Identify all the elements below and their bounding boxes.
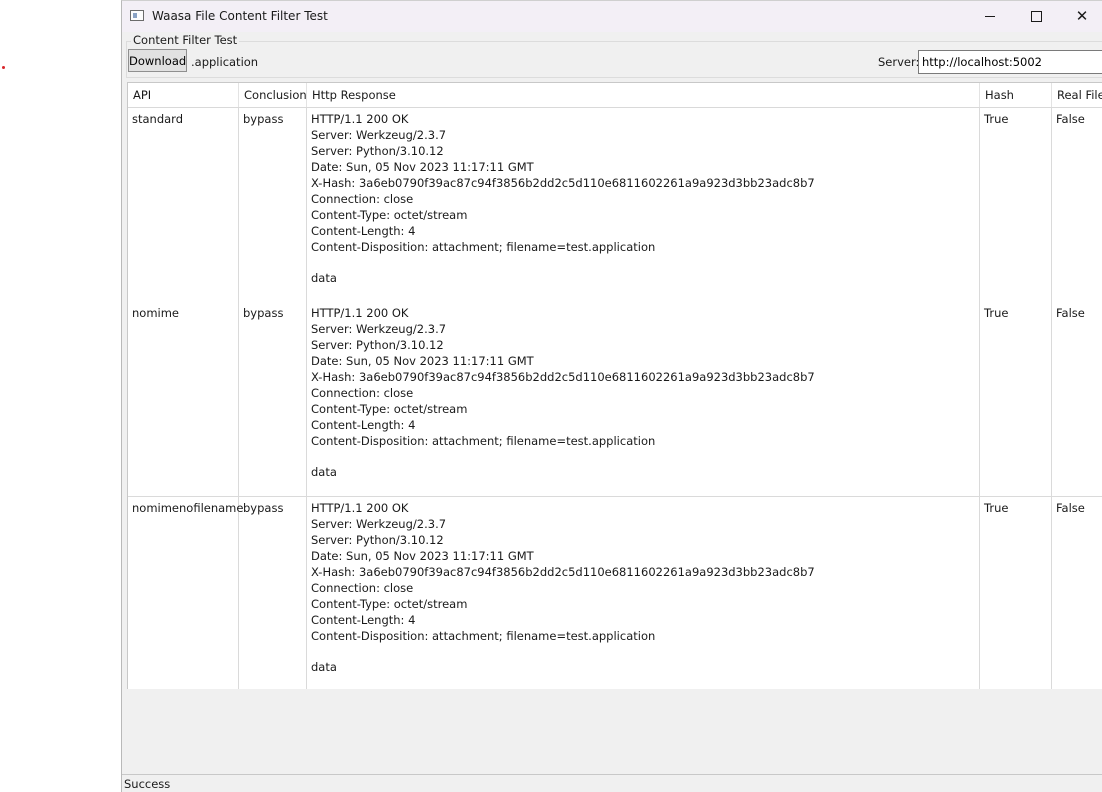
response-line: HTTP/1.1 200 OK — [311, 501, 409, 515]
response-line: Server: Python/3.10.12 — [311, 144, 444, 158]
response-line: Content-Type: octet/stream — [311, 597, 468, 611]
response-line: data — [311, 271, 337, 285]
column-header-conclusion[interactable]: Conclusion — [239, 83, 307, 107]
response-line: X-Hash: 3a6eb0790f39ac87c94f3856b2dd2c5d… — [311, 176, 815, 190]
response-line — [311, 255, 979, 270]
table-row[interactable]: nomime bypass HTTP/1.1 200 OK Server: Werkz… — [128, 302, 1102, 497]
column-header-real-file[interactable]: Real File — [1052, 83, 1102, 107]
cell-api[interactable]: nomime — [128, 302, 239, 496]
minimize-icon — [985, 16, 995, 17]
status-text: Success — [124, 777, 171, 791]
response-line: Content-Type: octet/stream — [311, 208, 468, 222]
response-line — [311, 644, 979, 659]
cell-http-response[interactable]: HTTP/1.1 200 OK Server: Werkzeug/2.3.7 Ser… — [307, 108, 980, 302]
cell-conclusion[interactable]: bypass — [239, 108, 307, 302]
cell-real-file[interactable]: False — [1052, 497, 1102, 689]
response-line: Server: Python/3.10.12 — [311, 533, 444, 547]
response-line: X-Hash: 3a6eb0790f39ac87c94f3856b2dd2c5d… — [311, 565, 815, 579]
response-line: Date: Sun, 05 Nov 2023 11:17:11 GMT — [311, 160, 534, 174]
response-line: Connection: close — [311, 386, 414, 400]
column-header-http-response[interactable]: Http Response — [307, 83, 980, 107]
response-line: Connection: close — [311, 581, 414, 595]
column-header-api[interactable]: API — [128, 83, 239, 107]
server-label: Server: — [878, 55, 920, 69]
response-line: HTTP/1.1 200 OK — [311, 306, 409, 320]
response-line: Content-Length: 4 — [311, 224, 416, 238]
response-line: Content-Length: 4 — [311, 418, 416, 432]
cell-conclusion[interactable]: bypass — [239, 302, 307, 496]
maximize-icon — [1030, 11, 1042, 22]
cell-http-response[interactable]: HTTP/1.1 200 OK Server: Werkzeug/2.3.7 Ser… — [307, 497, 980, 689]
client-area: Content Filter Test Download .applicatio… — [122, 32, 1102, 792]
minimize-button[interactable] — [967, 1, 1013, 32]
response-line: data — [311, 660, 337, 674]
table-row[interactable]: nomimenofilename bypass HTTP/1.1 200 OK Ser… — [128, 497, 1102, 689]
response-line: Server: Python/3.10.12 — [311, 338, 444, 352]
response-line: Content-Disposition: attachment; filenam… — [311, 240, 656, 254]
response-line: Connection: close — [311, 192, 414, 206]
response-line: HTTP/1.1 200 OK — [311, 112, 409, 126]
response-line: data — [311, 465, 337, 479]
close-icon: ✕ — [1075, 7, 1089, 25]
response-line: Content-Type: octet/stream — [311, 402, 468, 416]
response-line: X-Hash: 3a6eb0790f39ac87c94f3856b2dd2c5d… — [311, 370, 815, 384]
response-line: Server: Werkzeug/2.3.7 — [311, 322, 447, 336]
column-header-hash-check[interactable]: Hash Check — [980, 83, 1052, 126]
window-title: Waasa File Content Filter Test — [152, 9, 328, 23]
desktop-red-dot — [2, 66, 5, 69]
download-button[interactable]: Download — [128, 49, 187, 72]
table-row[interactable]: standard bypass HTTP/1.1 200 OK Server: Wer… — [128, 108, 1102, 303]
response-line: Server: Werkzeug/2.3.7 — [311, 517, 447, 531]
app-window-icon — [130, 10, 144, 21]
maximize-button[interactable] — [1013, 1, 1059, 32]
results-grid[interactable]: API Conclusion Http Response Hash Check … — [127, 82, 1102, 689]
response-line: Date: Sun, 05 Nov 2023 11:17:11 GMT — [311, 549, 534, 563]
cell-real-file[interactable]: False — [1052, 108, 1102, 302]
cell-api[interactable]: nomimenofilename — [128, 497, 243, 689]
cell-real-file[interactable]: False — [1052, 302, 1102, 496]
app-window: Waasa File Content Filter Test ✕ Content… — [121, 0, 1102, 792]
group-label: Content Filter Test — [131, 33, 240, 47]
close-button[interactable]: ✕ — [1059, 1, 1102, 32]
cell-api[interactable]: standard — [128, 108, 239, 302]
server-url-input[interactable] — [918, 50, 1102, 74]
response-line: Date: Sun, 05 Nov 2023 11:17:11 GMT — [311, 354, 534, 368]
response-line: Content-Disposition: attachment; filenam… — [311, 629, 656, 643]
title-bar[interactable]: Waasa File Content Filter Test ✕ — [122, 1, 1102, 32]
cell-http-response[interactable]: HTTP/1.1 200 OK Server: Werkzeug/2.3.7 Ser… — [307, 302, 980, 496]
content-filter-group: Content Filter Test Download .applicatio… — [126, 33, 1102, 78]
response-line — [311, 449, 979, 464]
response-line: Content-Length: 4 — [311, 613, 416, 627]
extension-label: .application — [191, 55, 259, 69]
cell-conclusion[interactable]: bypass — [239, 497, 307, 689]
response-line: Content-Disposition: attachment; filenam… — [311, 434, 656, 448]
response-line: Server: Werkzeug/2.3.7 — [311, 128, 447, 142]
status-bar: Success — [122, 774, 1102, 792]
cell-hash-check[interactable]: True — [980, 497, 1052, 689]
cell-hash-check[interactable]: True — [980, 108, 1052, 302]
cell-hash-check[interactable]: True — [980, 302, 1052, 496]
grid-header: API Conclusion Http Response Hash Check … — [128, 83, 1102, 126]
